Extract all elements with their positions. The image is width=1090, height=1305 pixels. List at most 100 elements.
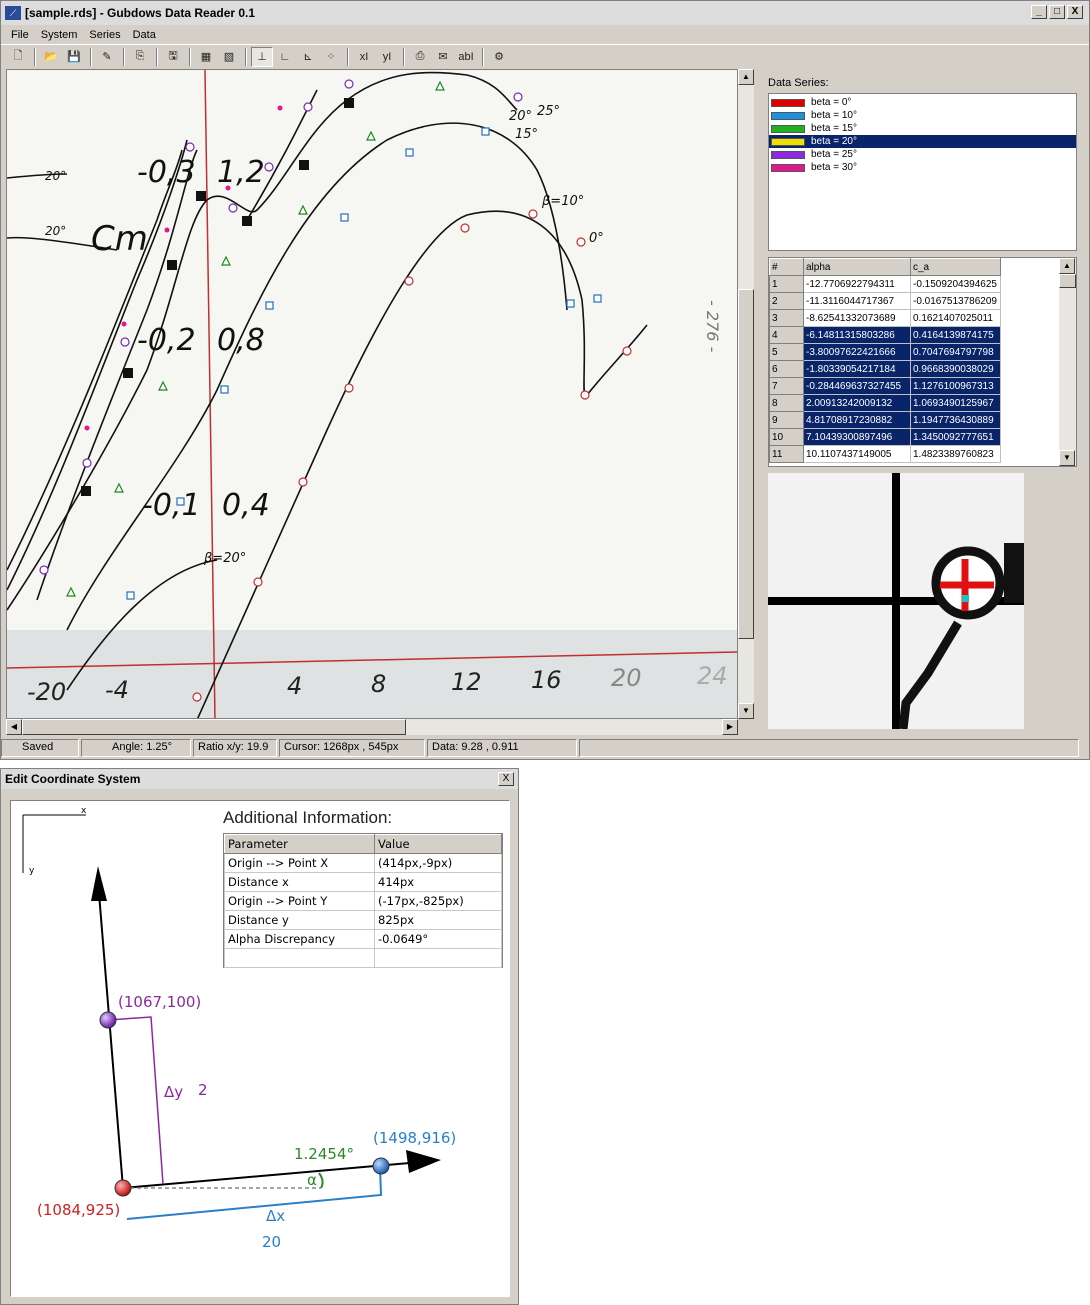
ca-cell[interactable]: 1.0693490125967 — [910, 394, 1001, 412]
row-index[interactable]: 2 — [769, 292, 804, 310]
data-table[interactable]: # alpha c_a 1 -12.7706922794311 -0.1509204… — [768, 257, 1077, 467]
export-button[interactable]: ⎙ — [409, 47, 431, 67]
table-row[interactable]: 2 -11.3116044717367 -0.0167513786209 — [769, 292, 1001, 310]
table-row[interactable]: 1 -12.7706922794311 -0.1509204394625 — [769, 275, 1001, 293]
axis-y-button[interactable]: ⊾ — [297, 47, 319, 67]
scroll-down-arrow[interactable]: ▼ — [1059, 450, 1075, 466]
scroll-up-arrow[interactable]: ▲ — [738, 69, 754, 85]
row-index[interactable]: 8 — [769, 394, 804, 412]
series-item[interactable]: beta = 30° — [769, 161, 1076, 174]
save-file-button[interactable]: 💾 — [63, 47, 85, 67]
ca-cell[interactable]: 0.1621407025011 — [910, 309, 1001, 327]
alpha-cell[interactable]: -1.80339054217184 — [803, 360, 911, 378]
series-item[interactable]: beta = 0° — [769, 96, 1076, 109]
dialog-close-button[interactable]: X — [498, 772, 514, 786]
series-item[interactable]: beta = 15° — [769, 122, 1076, 135]
new-file-button[interactable]: 🗋 — [7, 47, 29, 67]
close-button[interactable]: X — [1067, 5, 1083, 19]
row-index[interactable]: 6 — [769, 360, 804, 378]
table-header-alpha[interactable]: alpha — [803, 258, 911, 276]
menu-data[interactable]: Data — [127, 29, 162, 41]
row-index[interactable]: 10 — [769, 428, 804, 446]
alpha-cell[interactable]: 4.81708917230882 — [803, 411, 911, 429]
ca-cell[interactable]: 0.9668390038029 — [910, 360, 1001, 378]
row-index[interactable]: 4 — [769, 326, 804, 344]
table-vertical-scrollbar[interactable]: ▲ ▼ — [1059, 258, 1076, 466]
series-list[interactable]: beta = 0° beta = 10° beta = 15° beta = 20° b… — [768, 93, 1077, 251]
alpha-cell[interactable]: 2.00913242009132 — [803, 394, 911, 412]
alpha-cell[interactable]: -6.14811315803286 — [803, 326, 911, 344]
minimize-button[interactable]: _ — [1031, 5, 1047, 19]
calibrate-button[interactable]: ✎ — [96, 47, 118, 67]
menu-file[interactable]: File — [5, 29, 35, 41]
row-index[interactable]: 11 — [769, 445, 804, 463]
table-header-ca[interactable]: c_a — [910, 258, 1001, 276]
ca-cell[interactable]: 1.1947736430889 — [910, 411, 1001, 429]
scroll-right-arrow[interactable]: ▶ — [722, 719, 738, 735]
table-row[interactable]: 11 10.1107437149005 1.4823389760823 — [769, 445, 1001, 463]
series-label: beta = 0° — [811, 97, 852, 108]
table-row[interactable]: 3 -8.62541332073689 0.1621407025011 — [769, 309, 1001, 327]
scroll-down-arrow[interactable]: ▼ — [738, 703, 754, 719]
alpha-cell[interactable]: -12.7706922794311 — [803, 275, 911, 293]
annotation-label: 20° — [45, 169, 66, 183]
alpha-cell[interactable]: -3.80097622421666 — [803, 343, 911, 361]
table-row[interactable]: 6 -1.80339054217184 0.9668390038029 — [769, 360, 1001, 378]
maximize-button[interactable]: □ — [1049, 5, 1065, 19]
alpha-cell[interactable]: -0.284469637327455 — [803, 377, 911, 395]
alpha-cell[interactable]: -11.3116044717367 — [803, 292, 911, 310]
ca-cell[interactable]: -0.0167513786209 — [910, 292, 1001, 310]
image-compare-button[interactable]: ▧ — [218, 47, 240, 67]
table-row[interactable]: 8 2.00913242009132 1.0693490125967 — [769, 394, 1001, 412]
image-canvas[interactable]: -0,3 1,2 -0,2 0,8 -0,1 0,4 20° 20° Cm 25… — [6, 69, 738, 719]
series-item[interactable]: beta = 10° — [769, 109, 1076, 122]
row-index[interactable]: 5 — [769, 343, 804, 361]
alpha-cell[interactable]: 7.10439300897496 — [803, 428, 911, 446]
table-header-index[interactable]: # — [769, 258, 804, 276]
canvas-vertical-scrollbar[interactable]: ▲ ▼ — [738, 69, 754, 719]
settings-button[interactable]: ⚙ — [488, 47, 510, 67]
open-file-button[interactable]: 📂 — [40, 47, 62, 67]
info-header-value[interactable]: Value — [374, 834, 502, 854]
text-button[interactable]: abI — [455, 47, 477, 67]
copy-button[interactable]: ⎘ — [129, 47, 151, 67]
menu-series[interactable]: Series — [83, 29, 126, 41]
scroll-thumb[interactable] — [22, 719, 406, 735]
series-item[interactable]: beta = 20° — [769, 135, 1076, 148]
scroll-thumb[interactable] — [1059, 274, 1076, 288]
alpha-cell[interactable]: 10.1107437149005 — [803, 445, 911, 463]
row-index[interactable]: 1 — [769, 275, 804, 293]
canvas-horizontal-scrollbar[interactable]: ◀ ▶ — [6, 719, 738, 735]
scroll-up-arrow[interactable]: ▲ — [1059, 258, 1075, 274]
image-view-button[interactable]: ▦ — [195, 47, 217, 67]
save-image-button[interactable]: 🖫 — [162, 47, 184, 67]
x-value-button[interactable]: xI — [353, 47, 375, 67]
ca-cell[interactable]: 0.4164139874175 — [910, 326, 1001, 344]
ca-cell[interactable]: -0.1509204394625 — [910, 275, 1001, 293]
table-row[interactable]: 5 -3.80097622421666 0.7047694797798 — [769, 343, 1001, 361]
row-index[interactable]: 3 — [769, 309, 804, 327]
row-index[interactable]: 7 — [769, 377, 804, 395]
ca-cell[interactable]: 1.3450092777651 — [910, 428, 1001, 446]
status-ratio: Ratio x/y: 19.9 — [193, 739, 277, 757]
table-row[interactable]: 4 -6.14811315803286 0.4164139874175 — [769, 326, 1001, 344]
scroll-thumb[interactable] — [738, 289, 754, 639]
row-index[interactable]: 9 — [769, 411, 804, 429]
table-row[interactable]: 7 -0.284469637327455 1.1276100967313 — [769, 377, 1001, 395]
menu-system[interactable]: System — [35, 29, 84, 41]
scroll-left-arrow[interactable]: ◀ — [6, 719, 22, 735]
axis-x-button[interactable]: ∟ — [274, 47, 296, 67]
annotation-label: 25° — [537, 104, 560, 119]
table-row[interactable]: 10 7.10439300897496 1.3450092777651 — [769, 428, 1001, 446]
series-item[interactable]: beta = 25° — [769, 148, 1076, 161]
axis-origin-button[interactable]: ⊥ — [251, 46, 273, 67]
table-row[interactable]: 9 4.81708917230882 1.1947736430889 — [769, 411, 1001, 429]
scatter-points-button[interactable]: ⁘ — [320, 47, 342, 67]
y-value-button[interactable]: yI — [376, 47, 398, 67]
ca-cell[interactable]: 0.7047694797798 — [910, 343, 1001, 361]
ca-cell[interactable]: 1.1276100967313 — [910, 377, 1001, 395]
alpha-cell[interactable]: -8.62541332073689 — [803, 309, 911, 327]
info-header-parameter[interactable]: Parameter — [224, 834, 375, 854]
notes-button[interactable]: ✉ — [432, 47, 454, 67]
ca-cell[interactable]: 1.4823389760823 — [910, 445, 1001, 463]
